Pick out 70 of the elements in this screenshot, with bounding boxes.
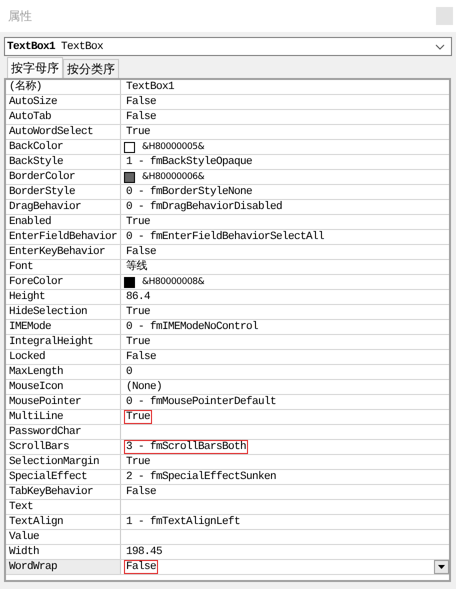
tab[interactable]: 按字母序 [7, 57, 63, 78]
property-name[interactable]: BackColor [6, 140, 121, 154]
property-name[interactable]: Font [6, 260, 121, 274]
property-name[interactable]: EnterKeyBehavior [6, 245, 121, 259]
property-name[interactable]: AutoWordSelect [6, 125, 121, 139]
chevron-down-icon [435, 44, 445, 50]
object-dropdown[interactable]: TextBox1 TextBox [4, 37, 452, 56]
property-name[interactable]: AutoSize [6, 95, 121, 109]
property-name[interactable]: AutoTab [6, 110, 121, 124]
property-value: &H80000005& [141, 141, 206, 154]
property-name[interactable]: IntegralHeight [6, 335, 121, 349]
property-value: 0 - fmIMEModeNoControl [125, 320, 260, 334]
property-value: 0 [125, 365, 134, 379]
property-value: False [125, 95, 158, 109]
property-value: True [125, 215, 152, 229]
property-value: 1 - fmBackStyleOpaque [125, 155, 254, 169]
property-value: (None) [125, 380, 164, 394]
property-value: 0 - fmEnterFieldBehaviorSelectAll [125, 230, 326, 244]
property-value: False [125, 485, 158, 499]
property-name[interactable]: BackStyle [6, 155, 121, 169]
property-name[interactable]: Enabled [6, 215, 121, 229]
property-value: 0 - fmDragBehaviorDisabled [125, 200, 284, 214]
property-name[interactable]: DragBehavior [6, 200, 121, 214]
property-value: 0 - fmMousePointerDefault [125, 395, 278, 409]
property-name[interactable]: TextAlign [6, 515, 121, 529]
property-value: 等线 [125, 260, 148, 274]
property-value: True [125, 125, 152, 139]
property-value: &H80000006& [141, 171, 206, 184]
property-value: 3 - fmScrollBarsBoth [124, 440, 248, 454]
property-value: True [125, 305, 152, 319]
property-value: TextBox1 [125, 80, 176, 94]
property-name[interactable]: MaxLength [6, 365, 121, 379]
property-value: True [125, 455, 152, 469]
property-name[interactable]: (名称) [6, 80, 121, 94]
property-name[interactable]: PasswordChar [6, 425, 121, 439]
property-value: &H80000008& [141, 276, 206, 289]
property-value: True [124, 410, 152, 424]
property-name[interactable]: SpecialEffect [6, 470, 121, 484]
property-name[interactable]: ScrollBars [6, 440, 121, 454]
property-value: False [125, 350, 158, 364]
property-name[interactable]: HideSelection [6, 305, 121, 319]
property-name[interactable]: Value [6, 530, 121, 544]
property-value: False [125, 245, 158, 259]
window-title: 属性 [8, 8, 32, 24]
property-name[interactable]: ForeColor [6, 275, 121, 289]
property-value: False [125, 110, 158, 124]
property-name[interactable]: Width [6, 545, 121, 559]
property-name[interactable]: BorderStyle [6, 185, 121, 199]
property-value: 86.4 [125, 290, 152, 304]
property-name[interactable]: MouseIcon [6, 380, 121, 394]
property-value: 2 - fmSpecialEffectSunken [125, 470, 278, 484]
property-value: 1 - fmTextAlignLeft [125, 515, 242, 529]
property-name[interactable]: Locked [6, 350, 121, 364]
tab[interactable]: 按分类序 [63, 59, 119, 78]
property-value: False [124, 560, 158, 574]
property-name[interactable]: EnterFieldBehavior [6, 230, 121, 244]
property-value: True [125, 335, 152, 349]
caret-down-icon [438, 565, 445, 569]
property-name[interactable]: BorderColor [6, 170, 121, 184]
property-name[interactable]: SelectionMargin [6, 455, 121, 469]
property-name[interactable]: MousePointer [6, 395, 121, 409]
property-name[interactable]: TabKeyBehavior [6, 485, 121, 499]
dropdown-button[interactable] [434, 560, 449, 574]
property-name[interactable]: IMEMode [6, 320, 121, 334]
property-name[interactable]: Text [6, 500, 121, 514]
property-name[interactable]: MultiLine [6, 410, 121, 424]
property-value: 198.45 [125, 545, 164, 559]
property-name[interactable]: Height [6, 290, 121, 304]
property-value: 0 - fmBorderStyleNone [125, 185, 254, 199]
property-name[interactable]: WordWrap [6, 560, 121, 574]
